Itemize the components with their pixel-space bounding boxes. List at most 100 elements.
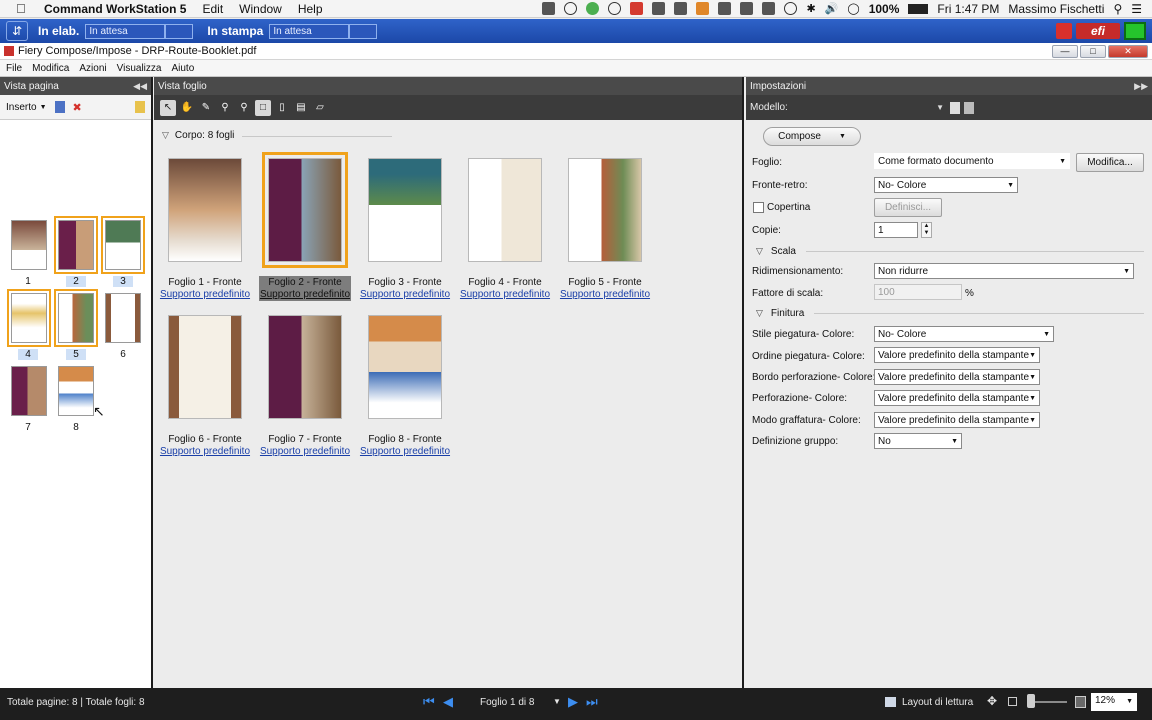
acrobat-icon[interactable] [630, 2, 644, 15]
volume-icon[interactable]: 🔊 [825, 2, 839, 15]
scale-factor-input[interactable]: 100 [874, 284, 962, 300]
scale-section-header[interactable]: ▽ Scala [756, 246, 796, 257]
save-preset-icon[interactable] [950, 101, 960, 114]
maximize-button[interactable]: □ [1080, 44, 1106, 58]
collapse-right-icon[interactable]: ▶▶ [1134, 81, 1148, 92]
collapse-triangle-icon[interactable]: ▽ [756, 246, 763, 257]
evernote-icon[interactable] [586, 2, 600, 15]
two-up-icon[interactable]: ▤ [293, 100, 309, 116]
last-sheet-icon[interactable]: ⏭ [586, 694, 598, 710]
modify-button[interactable]: Modifica... [1076, 153, 1144, 172]
page-thumb-8[interactable] [58, 366, 94, 416]
next-sheet-icon[interactable]: ▶ [568, 694, 578, 710]
expand-toggle-icon[interactable]: ⇵ [6, 21, 28, 41]
mode-dropdown[interactable]: Compose ▼ [763, 127, 861, 146]
staple-dropdown[interactable]: Valore predefinito della stampante ▼ [874, 412, 1040, 428]
fold-order-dropdown[interactable]: Valore predefinito della stampante ▼ [874, 347, 1040, 363]
sheet-1[interactable] [168, 158, 242, 262]
list-icon[interactable]: ☰ [1131, 2, 1142, 16]
fold-style-dropdown[interactable]: No- Colore ▼ [874, 326, 1054, 342]
sheet-media-link[interactable]: Supporto predefinito [355, 446, 455, 457]
page-thumb-6[interactable] [105, 293, 141, 343]
time-machine-icon[interactable] [784, 2, 798, 15]
sheet-size-dropdown[interactable]: Come formato documento ▼ [874, 153, 1070, 169]
menu-help[interactable]: Help [298, 2, 323, 16]
zoom-level-select[interactable]: 12% ▼ [1091, 693, 1137, 711]
collapse-left-icon[interactable]: ◀◀ [133, 81, 147, 92]
sheet-8[interactable] [368, 315, 442, 419]
dropbox-icon[interactable] [740, 2, 754, 15]
page-thumb-7[interactable] [11, 366, 47, 416]
zoom-out-icon[interactable]: ⚲ [236, 100, 252, 116]
sheet-pager[interactable]: Foglio 1 di 8 [480, 697, 534, 708]
minimize-button[interactable]: — [1052, 44, 1078, 58]
insert-dropdown[interactable]: Inserto [6, 102, 37, 113]
punch-dropdown[interactable]: Valore predefinito della stampante ▼ [874, 390, 1040, 406]
cloud-icon[interactable] [674, 2, 688, 15]
delete-page-icon[interactable]: ✖ [73, 101, 82, 114]
reading-layout-label[interactable]: Layout di lettura [902, 697, 973, 708]
menu-modifica[interactable]: Modifica [32, 63, 69, 74]
body-group-header[interactable]: ▽ Corpo: 8 fogli [162, 130, 234, 141]
zoom-out-page-icon[interactable] [1008, 697, 1017, 706]
sheet-media-link[interactable]: Supporto predefinito [355, 289, 455, 300]
add-page-icon[interactable] [54, 101, 65, 113]
screen-icon[interactable] [542, 2, 556, 15]
group-definition-dropdown[interactable]: No ▼ [874, 433, 962, 449]
s-icon[interactable] [762, 2, 776, 15]
battery-icon[interactable] [908, 3, 929, 14]
note-icon[interactable] [135, 101, 145, 113]
collapse-triangle-icon[interactable]: ▽ [756, 308, 763, 319]
model-dropdown-arrow-icon[interactable]: ▼ [936, 103, 944, 112]
delete-preset-icon[interactable] [964, 101, 974, 114]
fit-view-icon[interactable]: ✥ [987, 694, 997, 708]
menu-aiuto[interactable]: Aiuto [171, 63, 194, 74]
spotlight-icon[interactable]: ⚲ [1113, 2, 1122, 16]
record-icon[interactable] [564, 2, 578, 15]
sheet-2[interactable] [262, 152, 348, 268]
zoom-slider-thumb[interactable] [1027, 694, 1035, 708]
select-tool-icon[interactable]: ↖ [160, 99, 176, 116]
sheet-7[interactable] [268, 315, 342, 419]
copies-input[interactable]: 1 [874, 222, 918, 238]
trim-tool-icon[interactable]: ✎ [198, 100, 214, 116]
close-button[interactable]: ✕ [1108, 44, 1148, 58]
finishing-section-header[interactable]: ▽ Finitura [756, 308, 804, 319]
menu-window[interactable]: Window [239, 2, 282, 16]
sheet-media-link[interactable]: Supporto predefinito [155, 289, 255, 300]
punch-edge-dropdown[interactable]: Valore predefinito della stampante ▼ [874, 369, 1040, 385]
copies-stepper[interactable]: ▲ ▼ [921, 222, 932, 238]
wifi-icon[interactable]: ◯ [847, 2, 859, 15]
sheet-5[interactable] [568, 158, 642, 262]
spread-view-icon[interactable]: ▯ [274, 100, 290, 116]
hand-tool-icon[interactable]: ✋ [179, 100, 195, 116]
duplex-dropdown[interactable]: No- Colore ▼ [874, 177, 1018, 193]
bluetooth-icon[interactable]: ✱ [806, 2, 815, 15]
prev-sheet-icon[interactable]: ◀ [443, 694, 453, 710]
menu-azioni[interactable]: Azioni [79, 63, 106, 74]
battery-percentage[interactable]: 100% [869, 2, 900, 16]
sheet-media-link[interactable]: Supporto predefinito [555, 289, 655, 300]
page-thumb-4[interactable] [7, 289, 51, 347]
sheet-media-link[interactable]: Supporto predefinito [255, 289, 355, 300]
folder-icon[interactable] [652, 2, 666, 15]
clock[interactable]: Fri 1:47 PM [937, 2, 999, 16]
resize-dropdown[interactable]: Non ridurre ▼ [874, 263, 1134, 279]
collapse-triangle-icon[interactable]: ▽ [162, 130, 169, 141]
menu-file[interactable]: File [6, 63, 22, 74]
settings-icon[interactable] [718, 2, 732, 15]
pager-dropdown-icon[interactable]: ▼ [553, 697, 561, 706]
define-cover-button[interactable]: Definisci... [874, 198, 942, 217]
page-thumb-1[interactable] [11, 220, 47, 270]
zoom-in-page-icon[interactable] [1075, 696, 1086, 708]
sheet-3[interactable] [368, 158, 442, 262]
home-icon[interactable] [696, 2, 710, 15]
menu-edit[interactable]: Edit [202, 2, 223, 16]
zoom-in-icon[interactable]: ⚲ [217, 100, 233, 116]
sheet-media-link[interactable]: Supporto predefinito [255, 446, 355, 457]
apple-icon[interactable]:  [16, 1, 32, 16]
user-name[interactable]: Massimo Fischetti [1008, 2, 1104, 16]
first-sheet-icon[interactable]: ⏮ [423, 694, 435, 710]
book-layout-icon[interactable] [885, 697, 896, 707]
page-thumb-5[interactable] [54, 289, 98, 347]
